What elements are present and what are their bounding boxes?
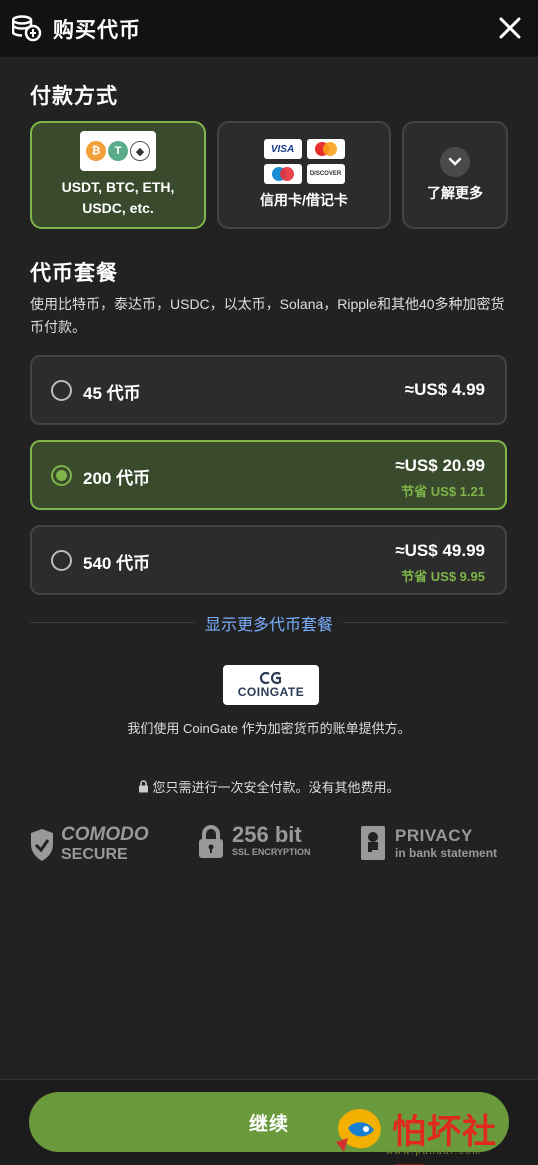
show-more-label: 显示更多代币套餐 <box>194 617 343 634</box>
package-200[interactable]: 200 代币 ≈US$ 20.99 节省 US$ 1.21 <box>30 440 507 510</box>
privacy-line1: PRIVACY <box>395 826 473 845</box>
coingate-mark-icon <box>259 671 282 685</box>
ssl-badge: 256 bit SSL ENCRYPTION <box>198 822 311 859</box>
provider-text: 我们使用 CoinGate 作为加密货币的账单提供方。 <box>127 721 411 736</box>
chevron-down-icon <box>440 146 470 177</box>
payment-option-card[interactable]: VISA DISCOVER 信用卡/借记卡 <box>217 121 391 229</box>
coingate-logo-text: COINGATE <box>237 685 305 699</box>
card-logos: VISA DISCOVER <box>263 139 345 184</box>
watermark-logo-icon <box>336 1109 381 1152</box>
privacy-badge: PRIVACY in bank statement <box>360 825 497 861</box>
ethereum-icon: ◆ <box>130 141 150 161</box>
token-stack-icon <box>12 15 42 42</box>
package-540[interactable]: 540 代币 ≈US$ 49.99 节省 US$ 9.95 <box>30 525 507 595</box>
comodo-line1: COMODO <box>61 824 149 845</box>
tether-icon: T <box>108 141 128 161</box>
packages-description: 使用比特币，泰达币，USDC，以太币，Solana，Ripple和其他40多种加… <box>30 296 505 335</box>
crypto-logos: ₿ T ◆ <box>80 131 156 171</box>
package-price: ≈US$ 20.99 <box>395 456 485 475</box>
package-name: 200 代币 <box>83 469 151 488</box>
radio-button-selected[interactable] <box>51 465 72 486</box>
watermark-url: www.pahuai.com <box>386 1146 483 1156</box>
page-title: 购买代币 <box>53 19 141 42</box>
mastercard-icon <box>306 139 345 159</box>
lock-icon <box>139 780 149 793</box>
package-savings: 节省 US$ 9.95 <box>401 569 485 584</box>
privacy-line2: in bank statement <box>395 846 498 860</box>
shield-check-icon <box>31 829 53 861</box>
coingate-logo: COINGATE <box>223 665 319 705</box>
learn-more-label: 了解更多 <box>427 184 483 201</box>
payment-option-learn-more[interactable]: 了解更多 <box>402 121 508 229</box>
payment-option-crypto[interactable]: ₿ T ◆ USDT, BTC, ETH, USDC, etc. <box>30 121 206 229</box>
payment-method-title: 付款方式 <box>30 85 118 108</box>
payment-option-card-label: 信用卡/借记卡 <box>260 192 348 208</box>
watermark: 怕坏社区 www.pahuai.com <box>330 1100 530 1165</box>
ssl-line1: 256 bit <box>232 822 302 847</box>
package-45[interactable]: 45 代币 ≈US$ 4.99 <box>30 355 507 425</box>
package-savings: 节省 US$ 1.21 <box>401 484 485 499</box>
security-note-text: 您只需进行一次安全付款。没有其他费用。 <box>152 780 400 795</box>
comodo-secure-badge: COMODO SECURE <box>30 825 149 865</box>
comodo-line2: SECURE <box>61 846 128 863</box>
top-bar: 购买代币 <box>0 0 538 57</box>
package-name: 540 代币 <box>83 554 151 573</box>
payment-option-crypto-label: USDT, BTC, ETH, USDC, etc. <box>61 179 175 216</box>
token-packages-title: 代币套餐 <box>30 262 118 285</box>
radio-button[interactable] <box>51 550 72 571</box>
id-card-icon <box>361 826 385 860</box>
package-price: ≈US$ 4.99 <box>404 380 485 399</box>
discover-icon: DISCOVER <box>306 164 345 184</box>
close-icon[interactable] <box>496 14 524 42</box>
visa-icon: VISA <box>263 139 302 159</box>
bitcoin-icon: ₿ <box>86 141 106 161</box>
radio-button[interactable] <box>51 380 72 401</box>
ssl-line2: SSL ENCRYPTION <box>232 847 311 857</box>
maestro-icon <box>263 164 302 184</box>
padlock-icon <box>199 825 223 858</box>
package-price: ≈US$ 49.99 <box>395 541 485 560</box>
security-note: 您只需进行一次安全付款。没有其他费用。 <box>0 777 538 796</box>
show-more-packages-link[interactable]: 显示更多代币套餐 <box>0 611 538 635</box>
package-name: 45 代币 <box>83 384 141 403</box>
